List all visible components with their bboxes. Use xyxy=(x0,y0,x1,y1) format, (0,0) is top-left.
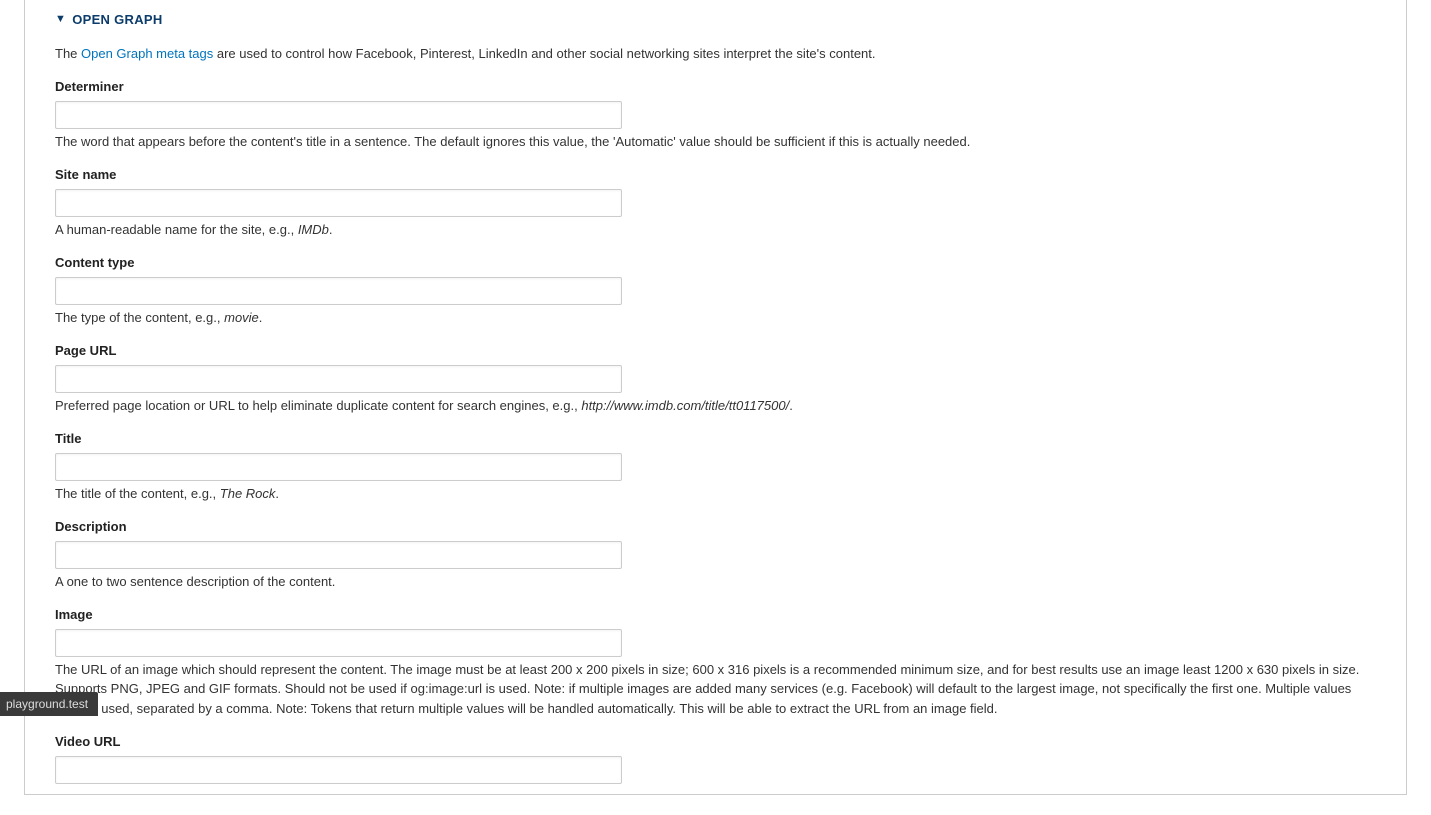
site-name-input[interactable] xyxy=(55,189,622,217)
title-input[interactable] xyxy=(55,453,622,481)
video-url-label: Video URL xyxy=(55,732,1376,752)
content-type-input[interactable] xyxy=(55,277,622,305)
description-label: Description xyxy=(55,517,1376,537)
determiner-group: Determiner The word that appears before … xyxy=(55,77,1376,151)
determiner-label: Determiner xyxy=(55,77,1376,97)
content-type-label: Content type xyxy=(55,253,1376,273)
open-graph-link[interactable]: Open Graph meta tags xyxy=(81,46,213,61)
description-desc: A one to two sentence description of the… xyxy=(55,572,1376,592)
main-panel: ▼ OPEN GRAPH The Open Graph meta tags ar… xyxy=(24,0,1407,795)
page-url-desc: Preferred page location or URL to help e… xyxy=(55,396,1376,416)
site-name-group: Site name A human-readable name for the … xyxy=(55,165,1376,239)
chevron-down-icon: ▼ xyxy=(55,14,66,25)
site-name-label: Site name xyxy=(55,165,1376,185)
title-label: Title xyxy=(55,429,1376,449)
image-desc: The URL of an image which should represe… xyxy=(55,660,1376,719)
determiner-desc: The word that appears before the content… xyxy=(55,132,1376,152)
image-input[interactable] xyxy=(55,629,622,657)
page-url-input[interactable] xyxy=(55,365,622,393)
determiner-input[interactable] xyxy=(55,101,622,129)
section-title: OPEN GRAPH xyxy=(72,10,162,30)
video-url-group: Video URL xyxy=(55,732,1376,784)
content-type-desc: The type of the content, e.g., movie. xyxy=(55,308,1376,328)
title-desc: The title of the content, e.g., The Rock… xyxy=(55,484,1376,504)
description-group: Description A one to two sentence descri… xyxy=(55,517,1376,591)
title-group: Title The title of the content, e.g., Th… xyxy=(55,429,1376,503)
intro-text: The Open Graph meta tags are used to con… xyxy=(55,44,1376,64)
open-graph-section-toggle[interactable]: ▼ OPEN GRAPH xyxy=(55,10,1376,44)
status-bar: playground.test xyxy=(0,692,98,716)
image-label: Image xyxy=(55,605,1376,625)
page-url-label: Page URL xyxy=(55,341,1376,361)
video-url-input[interactable] xyxy=(55,756,622,784)
page-url-group: Page URL Preferred page location or URL … xyxy=(55,341,1376,415)
site-name-desc: A human-readable name for the site, e.g.… xyxy=(55,220,1376,240)
description-input[interactable] xyxy=(55,541,622,569)
image-group: Image The URL of an image which should r… xyxy=(55,605,1376,718)
content-type-group: Content type The type of the content, e.… xyxy=(55,253,1376,327)
